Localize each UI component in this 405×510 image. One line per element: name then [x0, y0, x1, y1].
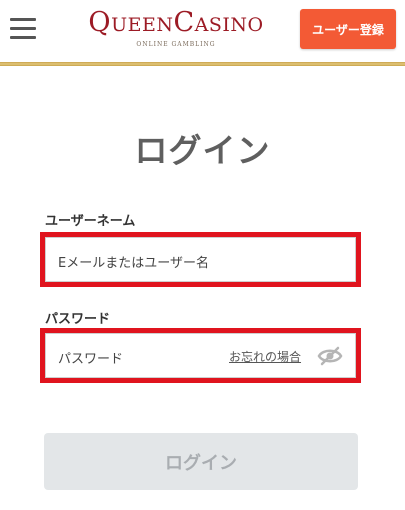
- site-logo[interactable]: QUEENCASINO ONLINE GAMBLING: [86, 7, 266, 50]
- username-input[interactable]: Eメールまたはユーザー名: [45, 237, 356, 282]
- eye-off-icon[interactable]: [317, 346, 343, 366]
- logo-tagline: ONLINE GAMBLING: [136, 41, 216, 48]
- header-gold-divider: [0, 62, 405, 66]
- hamburger-menu-icon[interactable]: [10, 18, 36, 40]
- signup-button[interactable]: ユーザー登録: [300, 9, 396, 49]
- password-label: パスワード: [45, 312, 111, 327]
- password-placeholder: パスワード: [58, 352, 124, 367]
- site-header: QUEENCASINO ONLINE GAMBLING ユーザー登録: [0, 0, 405, 62]
- username-label: ユーザーネーム: [45, 214, 136, 229]
- login-page: QUEENCASINO ONLINE GAMBLING ユーザー登録 ログイン …: [0, 0, 405, 510]
- forgot-password-link[interactable]: お忘れの場合: [229, 348, 301, 365]
- page-title: ログイン: [134, 131, 271, 170]
- logo-wordmark: QUEENCASINO: [88, 7, 264, 38]
- password-input[interactable]: パスワード お忘れの場合: [45, 333, 356, 378]
- login-submit-button[interactable]: ログイン: [44, 433, 358, 490]
- username-placeholder: Eメールまたはユーザー名: [58, 256, 209, 271]
